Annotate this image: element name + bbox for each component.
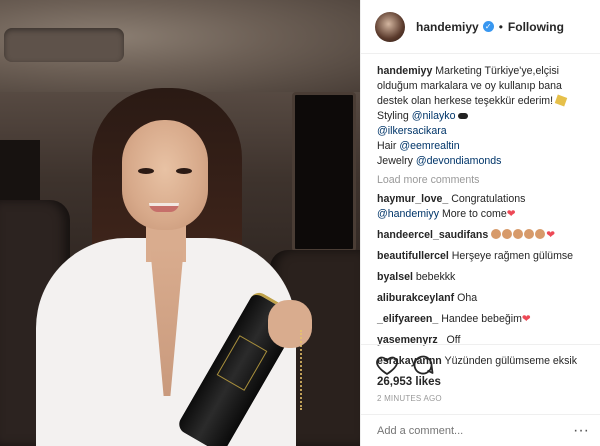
comment-text: Herşeye rağmen gülümse	[451, 250, 574, 262]
comment-icon[interactable]	[411, 353, 435, 377]
face-emoji-icon	[535, 229, 546, 239]
heart-emoji-icon: ❤	[506, 208, 516, 220]
jewelry-label: Jewelry	[377, 155, 413, 167]
comment-username[interactable]: _elifyareen_	[377, 313, 438, 325]
comment-row: aliburakceylanf Oha	[377, 291, 593, 306]
eye-right	[176, 168, 192, 174]
comment-row: handeercel_saudifans ❤	[377, 228, 593, 243]
header-separator: •	[498, 19, 503, 34]
comment-text-after: More to come	[441, 208, 507, 220]
comment-text: bebekkk	[415, 271, 456, 283]
likes-count[interactable]: 26,953 likes	[377, 376, 441, 388]
add-comment-bar: ···	[361, 414, 600, 446]
avatar[interactable]	[375, 11, 405, 42]
post-side-panel: handemiyy ✓ • Following handemiyy Market…	[360, 0, 600, 446]
face	[122, 120, 208, 230]
comment-row: beautifullercel Herşeye rağmen gülümse	[377, 249, 593, 264]
more-options-icon[interactable]: ···	[573, 422, 589, 440]
mention-secondary[interactable]: @ilkersacikara	[377, 125, 447, 137]
heart-icon[interactable]	[375, 353, 399, 377]
add-comment-input[interactable]	[377, 424, 557, 437]
heart-emoji-icon: ❤	[546, 229, 556, 241]
face-emoji-icon	[513, 229, 524, 239]
comments-section: handemiyy Marketing Türkiye'ye,elçisi ol…	[377, 64, 593, 375]
verified-badge-icon: ✓	[482, 21, 494, 32]
caption: handemiyy Marketing Türkiye'ye,elçisi ol…	[377, 64, 593, 169]
face-emoji-icon	[524, 229, 535, 239]
load-more-comments[interactable]: Load more comments	[377, 173, 593, 188]
post-timestamp[interactable]: 2 MINUTES AGO	[377, 394, 442, 403]
face-emoji-icon	[502, 229, 513, 239]
caption-username[interactable]: handemiyy	[377, 65, 432, 77]
comment-text: Oha	[457, 292, 478, 304]
comment-row: byalsel bebekkk	[377, 270, 593, 285]
ceiling-panel	[4, 28, 124, 62]
comment-mention[interactable]: @handemiyy	[377, 208, 439, 220]
comment-username[interactable]: handeercel_saudifans	[377, 229, 488, 241]
comment-row: _elifyareen_ Handee bebeğim❤	[377, 312, 593, 327]
face-emoji-icon	[491, 229, 502, 239]
heart-emoji-icon: ❤	[521, 313, 531, 325]
mention-hair[interactable]: @eemrealtin	[399, 140, 459, 152]
ambient-lights	[300, 330, 360, 410]
header-username[interactable]: handemiyy	[416, 20, 479, 34]
comment-emojis: ❤	[491, 229, 555, 241]
mention-jewelry[interactable]: @devondiamonds	[416, 155, 502, 167]
sunglasses-emoji-icon	[458, 113, 469, 119]
post-photo[interactable]	[0, 0, 360, 446]
clap-emoji-icon	[554, 94, 568, 107]
mention-styling[interactable]: @nilayko	[412, 110, 456, 122]
post-header: handemiyy ✓ • Following	[361, 0, 600, 54]
car-window-right	[292, 92, 356, 252]
smile	[149, 203, 179, 212]
comment-username[interactable]: aliburakceylanf	[377, 292, 454, 304]
comment-row: haymur_love_ Congratulations @handemiyy …	[377, 192, 593, 222]
comment-text: Handee bebeğim	[441, 313, 522, 325]
comment-username[interactable]: byalsel	[377, 271, 413, 283]
hair-label: Hair	[377, 140, 397, 152]
styling-label: Styling	[377, 110, 409, 122]
comment-text: Congratulations	[451, 193, 526, 205]
comment-username[interactable]: beautifullercel	[377, 250, 449, 262]
eye-left	[138, 168, 154, 174]
following-button[interactable]: Following	[508, 20, 564, 34]
comment-username[interactable]: haymur_love_	[377, 193, 448, 205]
